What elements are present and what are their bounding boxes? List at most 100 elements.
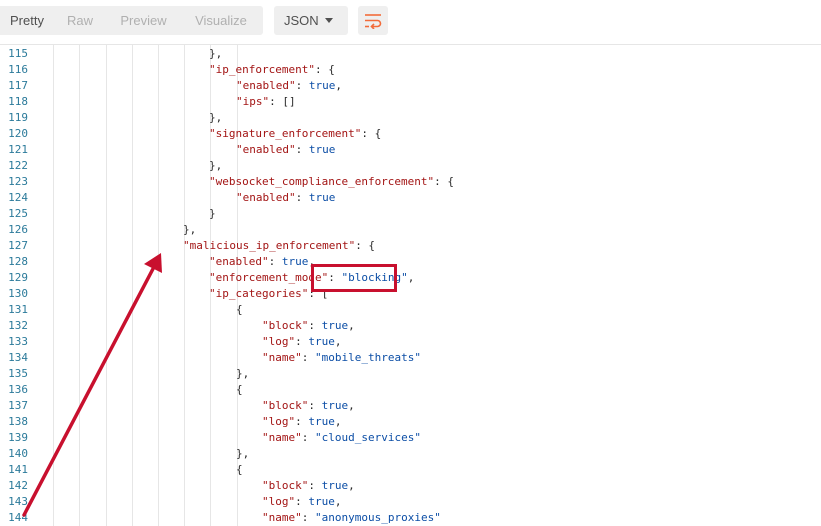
- code-token: },: [236, 447, 250, 460]
- tab-pretty[interactable]: Pretty: [0, 6, 54, 35]
- code-token: ,: [334, 415, 342, 428]
- format-select-value: JSON: [284, 13, 319, 28]
- indent-guide-line: [158, 45, 159, 526]
- code-token: :: [301, 511, 315, 524]
- code-line: "ip_enforcement": {: [209, 62, 335, 78]
- code-token: "block": [262, 399, 309, 412]
- code-token: "enabled": [236, 79, 296, 92]
- code-token: :: [295, 495, 309, 508]
- code-token: "enabled": [209, 255, 269, 268]
- code-token: {: [236, 463, 243, 476]
- code-token: :: [308, 319, 322, 332]
- code-token: },: [183, 223, 197, 236]
- code-token: :: [308, 399, 322, 412]
- line-number-gutter: 115 116 117 118 119 120 121 122 123 124 125 126 127 1…: [0, 45, 28, 526]
- code-token: "ips": [236, 95, 270, 108]
- code-line: }: [209, 206, 216, 222]
- code-line: "block": true,: [262, 318, 355, 334]
- line-number: 124: [8, 191, 28, 204]
- code-token: "malicious_ip_enforcement": [183, 239, 356, 252]
- line-number: 137: [8, 399, 28, 412]
- code-token: },: [209, 111, 223, 124]
- code-token: : {: [355, 239, 376, 252]
- code-token: :: [308, 479, 322, 492]
- code-token: : []: [269, 95, 296, 108]
- line-number: 122: [8, 159, 28, 172]
- code-token: true: [308, 415, 335, 428]
- code-token: true: [281, 255, 309, 268]
- code-token: ,: [334, 335, 342, 348]
- code-line: },: [209, 158, 222, 174]
- indent-guide-line: [53, 45, 54, 526]
- format-select[interactable]: JSON: [274, 6, 348, 35]
- code-token: ,: [407, 271, 415, 284]
- code-token: true: [321, 319, 349, 332]
- line-number: 131: [8, 303, 28, 316]
- code-token: "name": [262, 351, 302, 364]
- line-number: 126: [8, 223, 28, 236]
- code-line: "enabled": true: [236, 142, 335, 158]
- line-number: 115: [8, 47, 28, 60]
- code-token: "anonymous_proxies": [315, 511, 441, 524]
- code-token: true: [308, 143, 336, 156]
- code-line: "block": true,: [262, 478, 355, 494]
- code-token: {: [236, 383, 243, 396]
- code-token: true: [308, 335, 335, 348]
- line-number: 125: [8, 207, 28, 220]
- line-number: 134: [8, 351, 28, 364]
- highlight-box-annotation: [311, 264, 397, 292]
- line-number: 135: [8, 367, 28, 380]
- code-token: ,: [348, 319, 355, 332]
- indent-guide-line: [106, 45, 107, 526]
- code-token: true: [321, 399, 349, 412]
- code-line: "log": true,: [262, 494, 342, 510]
- line-number: 129: [8, 271, 28, 284]
- code-token: "ip_categories": [209, 287, 309, 300]
- line-number: 121: [8, 143, 28, 156]
- line-number: 118: [8, 95, 28, 108]
- indent-guide-line: [132, 45, 133, 526]
- code-line: "ips": []: [236, 94, 296, 110]
- code-token: : {: [314, 63, 335, 76]
- line-number: 142: [8, 479, 28, 492]
- code-line: "websocket_compliance_enforcement": {: [209, 174, 454, 190]
- code-line: "name": "mobile_threats": [262, 350, 421, 366]
- code-token: true: [308, 495, 335, 508]
- code-line: "name": "anonymous_proxies": [262, 510, 441, 526]
- line-number: 132: [8, 319, 28, 332]
- code-token: :: [295, 79, 309, 92]
- indent-guide-line: [184, 45, 185, 526]
- line-number: 127: [8, 239, 28, 252]
- tab-visualize[interactable]: Visualize: [181, 6, 261, 35]
- wrap-lines-button[interactable]: [358, 6, 388, 35]
- code-line: "enabled": true: [236, 190, 335, 206]
- line-number: 123: [8, 175, 28, 188]
- code-token: "log": [262, 415, 296, 428]
- code-token: :: [301, 351, 315, 364]
- code-token: {: [236, 303, 243, 316]
- line-number: 144: [8, 511, 28, 524]
- code-token: },: [209, 47, 223, 60]
- line-number: 120: [8, 127, 28, 140]
- code-token: ,: [334, 495, 342, 508]
- line-number: 143: [8, 495, 28, 508]
- code-line: },: [236, 366, 249, 382]
- response-body-viewer[interactable]: 115 116 117 118 119 120 121 122 123 124 125 126 127 1…: [0, 45, 821, 526]
- code-token: "websocket_compliance_enforcement": [209, 175, 435, 188]
- indent-guide-line: [79, 45, 80, 526]
- line-number: 116: [8, 63, 28, 76]
- code-token: "block": [262, 319, 309, 332]
- wrap-lines-icon: [365, 14, 382, 29]
- code-line: },: [209, 110, 222, 126]
- code-token: :: [301, 431, 315, 444]
- code-token: :: [268, 255, 282, 268]
- tab-preview[interactable]: Preview: [106, 6, 181, 35]
- code-line: "signature_enforcement": {: [209, 126, 381, 142]
- code-token: "log": [262, 335, 296, 348]
- chevron-down-icon: [325, 18, 333, 23]
- line-number: 119: [8, 111, 28, 124]
- code-line: {: [236, 302, 243, 318]
- code-token: "enabled": [236, 143, 296, 156]
- code-line: "enabled": true,: [236, 78, 342, 94]
- tab-raw[interactable]: Raw: [54, 6, 106, 35]
